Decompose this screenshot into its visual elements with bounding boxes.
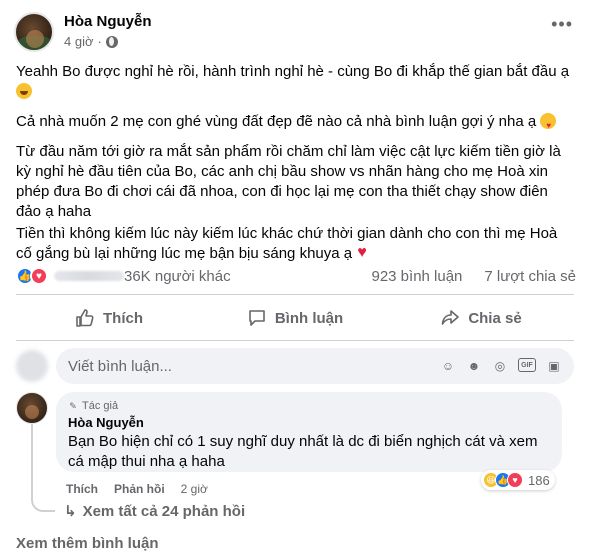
comment-reply-button[interactable]: Phản hồi — [114, 482, 165, 496]
post-actions: Thích Bình luận Chia sẻ — [16, 300, 574, 336]
comment-icon — [249, 310, 265, 326]
comment-reaction-count: 186 — [528, 472, 550, 488]
post-meta: 4 giờ · — [64, 34, 152, 49]
comment-like-button[interactable]: Thích — [66, 482, 98, 496]
comment-actions: Thích Phản hồi 2 giờ — [66, 482, 208, 496]
author-name[interactable]: Hòa Nguyễn — [64, 13, 152, 30]
comment-text: Bạn Bo hiện chỉ có 1 suy nghĩ duy nhất l… — [68, 433, 538, 470]
post-header-text: Hòa Nguyễn 4 giờ · — [64, 13, 152, 49]
post-text-1: Yeahh Bo được nghỉ hè rồi, hành trình ng… — [16, 63, 570, 80]
comment-button[interactable]: Bình luận — [202, 300, 388, 336]
reaction-icons[interactable]: 👍 ♥ — [16, 267, 48, 285]
comment-input-placeholder: Viết bình luận... — [68, 357, 172, 375]
red-heart-icon — [356, 243, 372, 263]
comment-input-icons: ☺ ☻ ◎ GIF ▣ — [440, 358, 562, 374]
comment-reactions[interactable]: 😆 👍 ♥ 186 — [481, 470, 555, 490]
reply-arrow-icon: ↳ — [64, 503, 77, 520]
author-badge: ✎ Tác giả — [68, 400, 550, 412]
share-count[interactable]: 7 lượt chia sẻ — [484, 268, 576, 285]
smiling-face-with-hearts-icon — [540, 113, 557, 136]
avatar-sticker-icon[interactable]: ☺ — [440, 358, 456, 374]
see-more-comments-link[interactable]: Xem thêm bình luận — [16, 535, 159, 552]
share-arrow-icon — [442, 310, 460, 325]
comment-author-avatar[interactable] — [16, 392, 48, 424]
author-badge-label: Tác giả — [82, 400, 119, 412]
pen-icon: ✎ — [69, 400, 77, 411]
post-body: Yeahh Bo được nghỉ hè rồi, hành trình ng… — [16, 62, 576, 274]
divider-top — [16, 294, 574, 295]
emoji-icon[interactable]: ☻ — [466, 358, 482, 374]
comment-time[interactable]: 2 giờ — [181, 482, 208, 496]
author-avatar[interactable] — [14, 12, 54, 52]
share-label: Chia sẻ — [468, 309, 522, 327]
comment-bubble: ✎ Tác giả Hòa Nguyễn Bạn Bo hiện chỉ có … — [56, 392, 562, 472]
post-stats: 👍 ♥ 36K người khác 923 bình luận 7 lượt … — [16, 266, 576, 286]
comment-input[interactable]: Viết bình luận... ☺ ☻ ◎ GIF ▣ — [56, 348, 574, 384]
post-paragraph-4: Tiền thì không kiếm lúc này kiếm lúc khá… — [16, 224, 576, 264]
gif-icon[interactable]: GIF — [518, 358, 536, 372]
comment-label: Bình luận — [274, 309, 344, 327]
stats-right: 923 bình luận 7 lượt chia sẻ — [371, 268, 576, 285]
camera-icon[interactable]: ◎ — [492, 358, 508, 374]
post-text-4: Tiền thì không kiếm lúc này kiếm lúc khá… — [16, 225, 558, 262]
blurred-reactor-names — [54, 271, 124, 281]
see-replies-label: Xem tất cả 24 phản hồi — [82, 502, 246, 520]
love-reaction-icon: ♥ — [507, 472, 523, 488]
post-paragraph-3: Từ đầu năm tới giờ ra mắt sản phẩm rồi c… — [16, 142, 576, 222]
like-label: Thích — [103, 309, 143, 327]
reply-thread-line — [31, 424, 55, 512]
comment-input-row: Viết bình luận... ☺ ☻ ◎ GIF ▣ — [16, 348, 574, 384]
love-reaction-icon: ♥ — [30, 267, 48, 285]
comment-author-name[interactable]: Hòa Nguyễn — [68, 415, 550, 430]
share-button[interactable]: Chia sẻ — [388, 300, 574, 336]
laughing-emoji-icon — [16, 83, 32, 99]
like-button[interactable]: Thích — [16, 300, 202, 336]
sticker-icon[interactable]: ▣ — [546, 358, 562, 374]
meta-separator: · — [97, 34, 102, 49]
more-options-icon[interactable]: ••• — [551, 14, 573, 35]
post-paragraph-1: Yeahh Bo được nghỉ hè rồi, hành trình ng… — [16, 62, 576, 102]
comment-count[interactable]: 923 bình luận — [371, 268, 462, 285]
post-header: Hòa Nguyễn 4 giờ · — [14, 10, 152, 54]
globe-icon[interactable] — [105, 35, 118, 48]
divider-bottom — [16, 340, 574, 341]
post-text-3: Từ đầu năm tới giờ ra mắt sản phẩm rồi c… — [16, 143, 561, 220]
see-all-replies-link[interactable]: ↳ Xem tất cả 24 phản hồi — [64, 502, 246, 521]
post-paragraph-2: Cả nhà muốn 2 mẹ con ghé vùng đất đẹp đẽ… — [16, 112, 576, 136]
current-user-avatar[interactable] — [16, 350, 48, 382]
post-card: Hòa Nguyễn 4 giờ · ••• Yeahh Bo được ngh… — [0, 0, 589, 555]
thumbs-up-icon — [76, 309, 94, 327]
post-time[interactable]: 4 giờ — [64, 34, 94, 49]
reaction-count[interactable]: 36K người khác — [124, 268, 231, 285]
post-text-2: Cả nhà muốn 2 mẹ con ghé vùng đất đẹp đẽ… — [16, 113, 537, 130]
